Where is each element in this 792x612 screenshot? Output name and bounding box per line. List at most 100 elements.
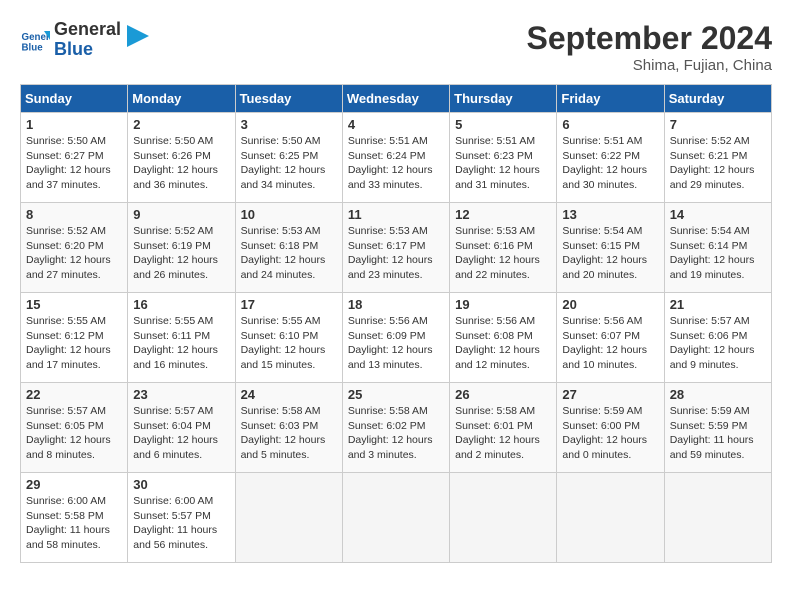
day-number: 6 (562, 117, 658, 132)
day-info: Sunset: 6:18 PM (241, 239, 337, 254)
day-info: and 12 minutes. (455, 358, 551, 373)
day-info: Sunrise: 6:00 AM (133, 494, 229, 509)
day-number: 17 (241, 297, 337, 312)
day-info: Sunrise: 5:51 AM (562, 134, 658, 149)
day-number: 30 (133, 477, 229, 492)
day-info: Sunrise: 5:58 AM (241, 404, 337, 419)
week-row-5: 29Sunrise: 6:00 AMSunset: 5:58 PMDayligh… (21, 473, 772, 563)
day-info: Sunset: 6:15 PM (562, 239, 658, 254)
calendar-cell: 22Sunrise: 5:57 AMSunset: 6:05 PMDayligh… (21, 383, 128, 473)
day-info: Sunset: 6:07 PM (562, 329, 658, 344)
day-info: Daylight: 12 hours (241, 253, 337, 268)
calendar-cell: 4Sunrise: 5:51 AMSunset: 6:24 PMDaylight… (342, 113, 449, 203)
day-info: and 34 minutes. (241, 178, 337, 193)
day-number: 18 (348, 297, 444, 312)
day-info: Daylight: 12 hours (455, 253, 551, 268)
day-info: Sunrise: 5:50 AM (241, 134, 337, 149)
day-info: Sunset: 6:05 PM (26, 419, 122, 434)
day-info: Daylight: 12 hours (26, 163, 122, 178)
day-info: and 20 minutes. (562, 268, 658, 283)
calendar-cell: 11Sunrise: 5:53 AMSunset: 6:17 PMDayligh… (342, 203, 449, 293)
day-info: Sunrise: 5:56 AM (348, 314, 444, 329)
day-info: Daylight: 12 hours (26, 253, 122, 268)
day-number: 16 (133, 297, 229, 312)
day-info: Daylight: 12 hours (133, 343, 229, 358)
day-info: Sunset: 6:17 PM (348, 239, 444, 254)
day-info: Sunset: 6:16 PM (455, 239, 551, 254)
day-info: Sunset: 6:23 PM (455, 149, 551, 164)
day-info: Daylight: 12 hours (133, 253, 229, 268)
day-number: 26 (455, 387, 551, 402)
calendar-cell: 14Sunrise: 5:54 AMSunset: 6:14 PMDayligh… (664, 203, 771, 293)
calendar-cell: 25Sunrise: 5:58 AMSunset: 6:02 PMDayligh… (342, 383, 449, 473)
day-number: 28 (670, 387, 766, 402)
col-header-thursday: Thursday (450, 85, 557, 113)
day-info: and 5 minutes. (241, 448, 337, 463)
day-info: and 29 minutes. (670, 178, 766, 193)
day-info: Sunrise: 5:53 AM (455, 224, 551, 239)
location: Shima, Fujian, China (527, 57, 772, 74)
day-info: and 24 minutes. (241, 268, 337, 283)
day-info: and 36 minutes. (133, 178, 229, 193)
day-info: Daylight: 12 hours (455, 343, 551, 358)
day-info: Daylight: 12 hours (670, 253, 766, 268)
calendar-cell: 9Sunrise: 5:52 AMSunset: 6:19 PMDaylight… (128, 203, 235, 293)
day-info: Daylight: 12 hours (562, 433, 658, 448)
day-info: Sunrise: 5:50 AM (26, 134, 122, 149)
day-info: Sunrise: 5:56 AM (562, 314, 658, 329)
day-info: Daylight: 12 hours (562, 343, 658, 358)
day-info: Daylight: 12 hours (26, 433, 122, 448)
day-info: Sunrise: 5:53 AM (348, 224, 444, 239)
day-info: Sunrise: 5:58 AM (348, 404, 444, 419)
day-info: and 26 minutes. (133, 268, 229, 283)
day-info: and 10 minutes. (562, 358, 658, 373)
logo-icon: General Blue (20, 25, 50, 55)
week-row-3: 15Sunrise: 5:55 AMSunset: 6:12 PMDayligh… (21, 293, 772, 383)
calendar-cell: 8Sunrise: 5:52 AMSunset: 6:20 PMDaylight… (21, 203, 128, 293)
calendar-cell (557, 473, 664, 563)
day-number: 10 (241, 207, 337, 222)
day-info: Sunrise: 5:57 AM (26, 404, 122, 419)
calendar-cell: 3Sunrise: 5:50 AMSunset: 6:25 PMDaylight… (235, 113, 342, 203)
day-info: Sunrise: 5:56 AM (455, 314, 551, 329)
day-number: 27 (562, 387, 658, 402)
week-row-1: 1Sunrise: 5:50 AMSunset: 6:27 PMDaylight… (21, 113, 772, 203)
day-info: and 31 minutes. (455, 178, 551, 193)
day-info: Daylight: 12 hours (348, 253, 444, 268)
calendar-header-row: SundayMondayTuesdayWednesdayThursdayFrid… (21, 85, 772, 113)
day-number: 4 (348, 117, 444, 132)
day-info: Sunset: 6:27 PM (26, 149, 122, 164)
day-info: Sunset: 6:06 PM (670, 329, 766, 344)
day-info: Daylight: 12 hours (348, 163, 444, 178)
week-row-2: 8Sunrise: 5:52 AMSunset: 6:20 PMDaylight… (21, 203, 772, 293)
day-info: Sunset: 6:09 PM (348, 329, 444, 344)
day-number: 7 (670, 117, 766, 132)
calendar-cell: 27 Sunrise: 5:59 AMSunset: 6:00 PMDayligh… (557, 383, 664, 473)
day-number: 13 (562, 207, 658, 222)
day-number: 29 (26, 477, 122, 492)
day-info: and 19 minutes. (670, 268, 766, 283)
day-info: Sunrise: 5:52 AM (26, 224, 122, 239)
day-info: Daylight: 12 hours (133, 433, 229, 448)
day-info: and 59 minutes. (670, 448, 766, 463)
col-header-saturday: Saturday (664, 85, 771, 113)
calendar-cell: 24Sunrise: 5:58 AMSunset: 6:03 PMDayligh… (235, 383, 342, 473)
day-info: Daylight: 11 hours (26, 523, 122, 538)
col-header-monday: Monday (128, 85, 235, 113)
day-info: Sunrise: 5:59 AM (562, 404, 658, 419)
day-info: Sunrise: 5:52 AM (133, 224, 229, 239)
day-info: Daylight: 11 hours (670, 433, 766, 448)
day-info: Sunrise: 5:55 AM (26, 314, 122, 329)
day-info: Sunset: 6:00 PM (562, 419, 658, 434)
page-header: General Blue General Blue September 2024… (20, 20, 772, 74)
day-info: Sunset: 6:14 PM (670, 239, 766, 254)
calendar-cell: 10Sunrise: 5:53 AMSunset: 6:18 PMDayligh… (235, 203, 342, 293)
day-info: Sunrise: 5:52 AM (670, 134, 766, 149)
week-row-4: 22Sunrise: 5:57 AMSunset: 6:05 PMDayligh… (21, 383, 772, 473)
calendar-cell (235, 473, 342, 563)
day-info: Sunrise: 6:00 AM (26, 494, 122, 509)
day-info: Sunrise: 5:58 AM (455, 404, 551, 419)
day-number: 23 (133, 387, 229, 402)
day-info: Sunrise: 5:50 AM (133, 134, 229, 149)
col-header-tuesday: Tuesday (235, 85, 342, 113)
